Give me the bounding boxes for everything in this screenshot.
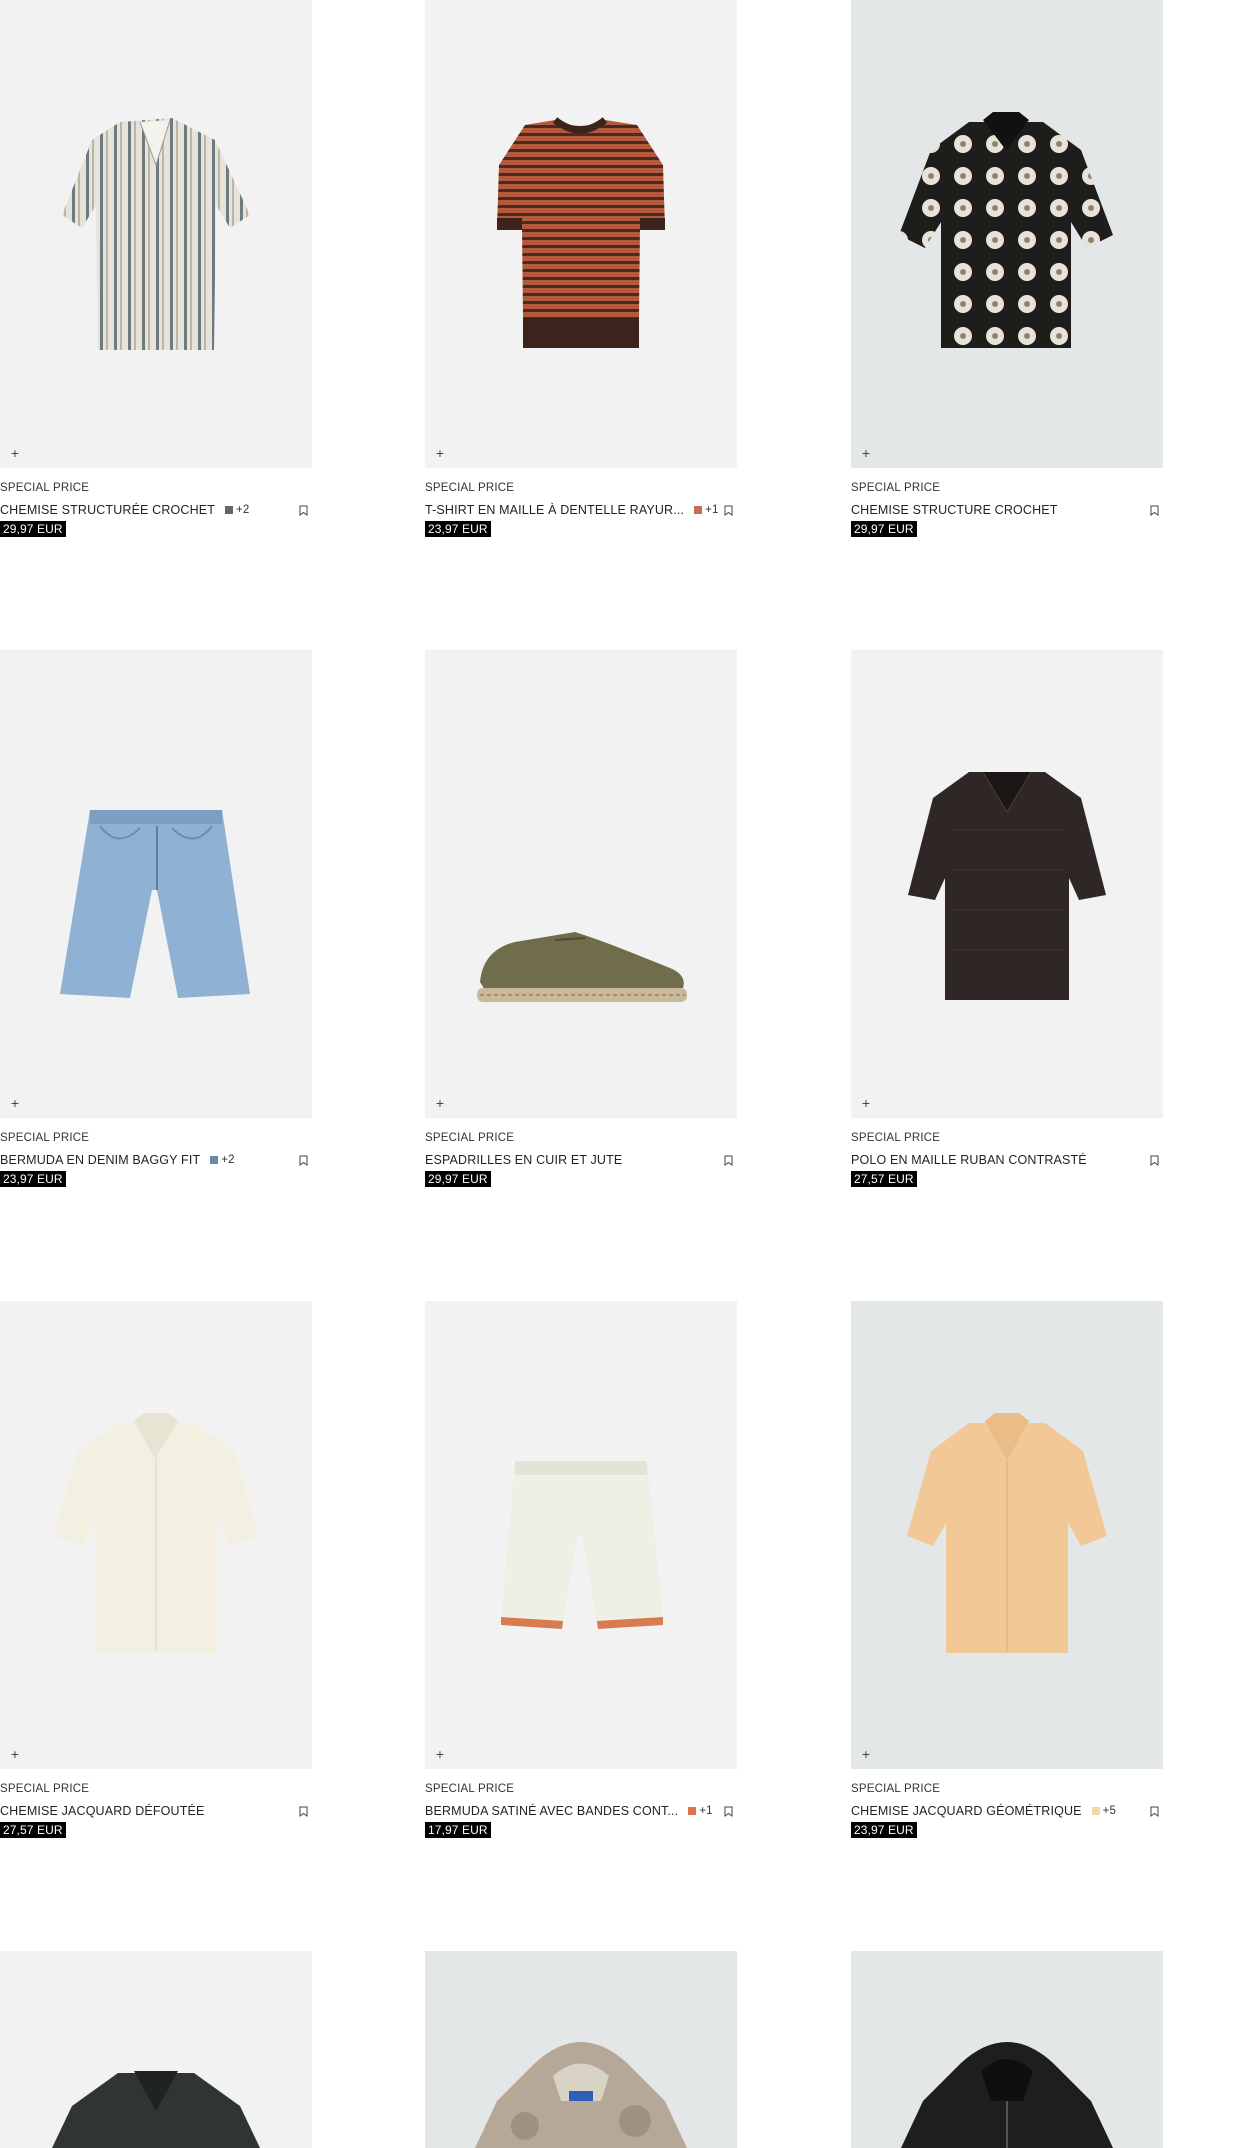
special-price-label: SPECIAL PRICE — [425, 482, 515, 494]
product-image[interactable]: + — [0, 0, 312, 468]
color-swatch[interactable] — [210, 1156, 219, 1164]
satin-bermuda-image — [501, 1461, 663, 1629]
special-price-label: SPECIAL PRICE — [0, 482, 90, 494]
product-image[interactable]: + — [0, 650, 312, 1118]
product-image[interactable]: + — [851, 650, 1163, 1118]
espadrille-shoe-image — [477, 932, 687, 1002]
special-price-label: SPECIAL PRICE — [0, 1783, 90, 1795]
color-swatch[interactable] — [1091, 1807, 1100, 1815]
product-name[interactable]: BERMUDA EN DENIM BAGGY FIT — [0, 1153, 200, 1167]
more-colors-count: +2 — [236, 504, 250, 516]
product-card[interactable] — [0, 1951, 312, 2148]
peach-jacquard-shirt-image — [907, 1413, 1107, 1653]
bookmark-icon[interactable] — [1150, 1155, 1159, 1166]
plus-icon[interactable]: + — [435, 1749, 445, 1760]
product-card[interactable]: + SPECIAL PRICE CHEMISE JACQUARD DÉFOUTÉ… — [0, 1301, 312, 1839]
product-price: 29,97 EUR — [851, 521, 917, 537]
bookmark-icon[interactable] — [299, 1806, 308, 1817]
denim-bermuda-image — [60, 810, 250, 998]
product-name[interactable]: CHEMISE JACQUARD DÉFOUTÉE — [0, 1804, 204, 1818]
plus-icon[interactable]: + — [435, 448, 445, 459]
product-card[interactable]: + SPECIAL PRICE BERMUDA EN DENIM BAGGY F… — [0, 650, 312, 1188]
special-price-label: SPECIAL PRICE — [851, 482, 941, 494]
knit-polo-image — [908, 771, 1106, 1000]
product-name[interactable]: CHEMISE JACQUARD GÉOMÉTRIQUE — [851, 1804, 1082, 1818]
more-colors-count: +2 — [221, 1154, 235, 1166]
color-swatch[interactable] — [225, 506, 234, 514]
bookmark-icon[interactable] — [1150, 505, 1159, 516]
more-colors-count: +5 — [1102, 1805, 1117, 1817]
product-image[interactable]: + — [425, 0, 737, 468]
product-image[interactable]: + — [425, 650, 737, 1118]
special-price-label: SPECIAL PRICE — [851, 1132, 941, 1144]
product-price: 23,97 EUR — [425, 521, 491, 537]
product-price: 17,97 EUR — [425, 1822, 491, 1838]
color-swatch[interactable] — [688, 1807, 697, 1815]
bookmark-icon[interactable] — [724, 1155, 733, 1166]
plus-icon[interactable]: + — [10, 1749, 20, 1760]
bookmark-icon[interactable] — [724, 505, 733, 516]
product-card[interactable]: + SPECIAL PRICE ESPADRILLES EN CUIR ET J… — [425, 650, 737, 1188]
product-name[interactable]: ESPADRILLES EN CUIR ET JUTE — [425, 1153, 622, 1167]
plus-icon[interactable]: + — [435, 1098, 445, 1109]
bookmark-icon[interactable] — [299, 505, 308, 516]
product-name[interactable]: POLO EN MAILLE RUBAN CONTRASTÉ — [851, 1153, 1087, 1167]
product-card[interactable]: + SPECIAL PRICE POLO EN MAILLE RUBAN CON… — [851, 650, 1163, 1188]
product-price: 27,57 EUR — [0, 1822, 66, 1838]
plus-icon[interactable]: + — [10, 1098, 20, 1109]
floral-crochet-shirt-image — [899, 112, 1113, 348]
dark-knit-shirt-image — [52, 2071, 260, 2148]
special-price-label: SPECIAL PRICE — [425, 1132, 515, 1144]
plus-icon[interactable]: + — [861, 1098, 871, 1109]
product-card[interactable]: + SPECIAL PRICE CHEMISE JACQUARD GÉOMÉTR… — [851, 1301, 1163, 1839]
product-card[interactable]: + SPECIAL PRICE CHEMISE STRUCTURE CROCHE… — [851, 0, 1163, 538]
plus-icon[interactable]: + — [10, 448, 20, 459]
plus-icon[interactable]: + — [861, 1749, 871, 1760]
product-image[interactable]: + — [0, 1301, 312, 1769]
product-image[interactable] — [425, 1951, 737, 2148]
more-colors-count: +1 — [699, 1805, 713, 1817]
product-name[interactable]: BERMUDA SATINÉ AVEC BANDES CONT... — [425, 1804, 678, 1818]
bookmark-icon[interactable] — [299, 1155, 308, 1166]
bookmark-icon[interactable] — [1150, 1806, 1159, 1817]
black-zip-hoodie-image — [901, 2042, 1113, 2148]
product-price: 23,97 EUR — [851, 1822, 917, 1838]
striped-crochet-shirt-image — [62, 118, 250, 350]
product-price: 29,97 EUR — [425, 1171, 491, 1187]
special-price-label: SPECIAL PRICE — [425, 1783, 515, 1795]
product-image[interactable] — [851, 1951, 1163, 2148]
product-name[interactable]: T-SHIRT EN MAILLE À DENTELLE RAYUR... — [425, 503, 684, 517]
product-card[interactable]: + SPECIAL PRICE T-SHIRT EN MAILLE À DENT… — [425, 0, 737, 538]
product-name[interactable]: CHEMISE STRUCTURÉE CROCHET — [0, 503, 215, 517]
product-image[interactable]: + — [425, 1301, 737, 1769]
product-image[interactable]: + — [851, 0, 1163, 468]
product-card[interactable]: + SPECIAL PRICE CHEMISE STRUCTURÉE CROCH… — [0, 0, 312, 538]
color-swatch[interactable] — [694, 506, 703, 514]
product-card[interactable] — [425, 1951, 737, 2148]
product-image[interactable] — [0, 1951, 312, 2148]
product-image[interactable]: + — [851, 1301, 1163, 1769]
product-card[interactable]: + SPECIAL PRICE BERMUDA SATINÉ AVEC BAND… — [425, 1301, 737, 1839]
bookmark-icon[interactable] — [724, 1806, 733, 1817]
more-colors-count: +1 — [705, 504, 719, 516]
product-card[interactable] — [851, 1951, 1163, 2148]
special-price-label: SPECIAL PRICE — [0, 1132, 90, 1144]
white-jacquard-shirt-image — [54, 1413, 258, 1653]
camo-hoodie-image — [475, 2042, 687, 2148]
striped-knit-tshirt-image — [497, 117, 665, 348]
product-name[interactable]: CHEMISE STRUCTURE CROCHET — [851, 503, 1058, 517]
plus-icon[interactable]: + — [861, 448, 871, 459]
special-price-label: SPECIAL PRICE — [851, 1783, 941, 1795]
product-price: 23,97 EUR — [0, 1171, 66, 1187]
product-price: 27,57 EUR — [851, 1171, 917, 1187]
product-price: 29,97 EUR — [0, 521, 66, 537]
